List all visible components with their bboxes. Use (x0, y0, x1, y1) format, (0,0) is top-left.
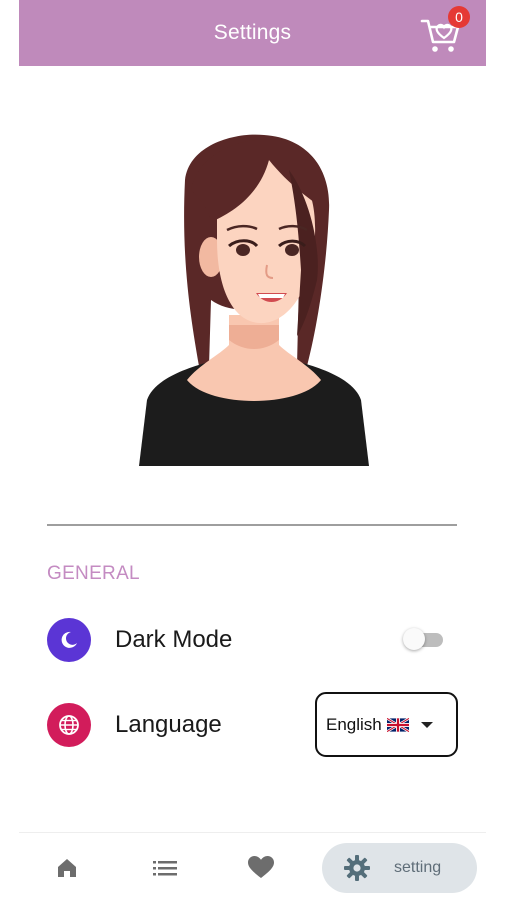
nav-home[interactable] (47, 845, 87, 891)
gear-icon (344, 855, 370, 881)
heart-icon (248, 856, 274, 878)
cart-button[interactable]: 0 (420, 6, 470, 54)
toggle-thumb (403, 628, 425, 650)
nav-list[interactable] (145, 845, 185, 891)
moon-icon (47, 618, 91, 662)
bottom-nav-divider (19, 832, 486, 833)
globe-icon (47, 703, 91, 747)
cart-count-badge: 0 (448, 6, 470, 28)
uk-flag-icon (386, 716, 410, 733)
selected-language: English (326, 714, 382, 734)
list-icon (153, 861, 177, 876)
nav-favorites[interactable] (241, 845, 281, 891)
dark-mode-toggle[interactable] (403, 628, 443, 650)
nav-setting-label: setting (394, 859, 442, 876)
dark-mode-row[interactable]: Dark Mode (47, 617, 459, 663)
home-icon (58, 859, 76, 877)
profile-avatar (139, 130, 369, 466)
dark-mode-label: Dark Mode (115, 626, 233, 653)
app-bar: Settings 0 (19, 0, 486, 66)
section-divider (47, 524, 457, 526)
nav-setting[interactable]: setting (322, 843, 477, 893)
settings-screen: Settings 0 GENERAL Dark Mode Language En… (19, 0, 486, 900)
language-dropdown[interactable]: English (315, 692, 458, 757)
section-label-general: GENERAL (47, 563, 140, 584)
page-title: Settings (213, 21, 292, 44)
language-label: Language (115, 711, 222, 738)
chevron-down-icon (420, 721, 433, 728)
woman-avatar-illustration (139, 134, 369, 466)
